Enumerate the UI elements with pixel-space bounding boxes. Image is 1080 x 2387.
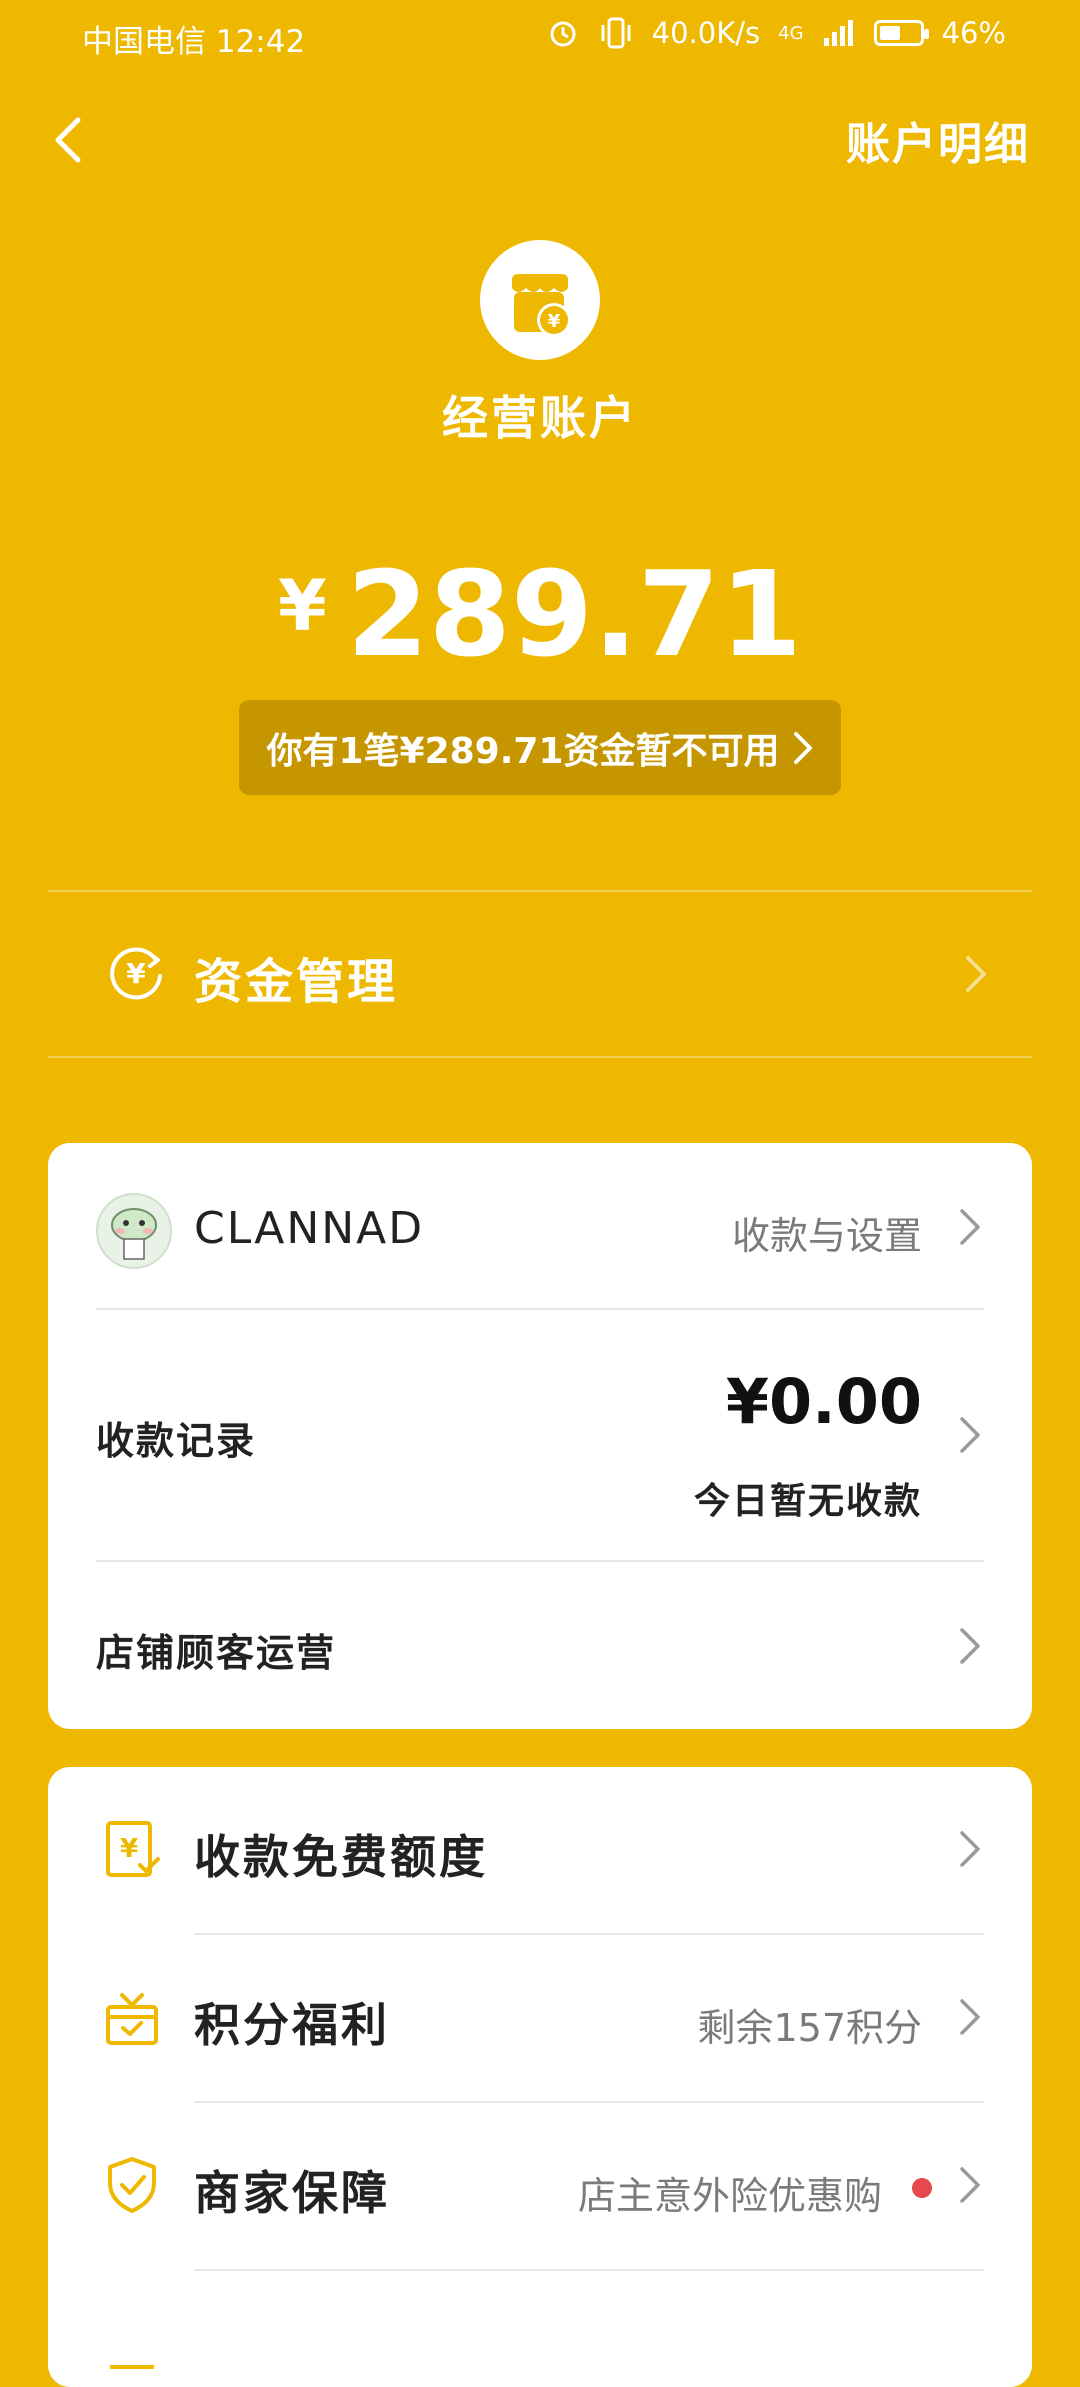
vibrate-icon	[601, 17, 631, 49]
partial-icon	[100, 2359, 164, 2387]
chevron-right-icon	[956, 1827, 984, 1871]
chevron-right-icon	[962, 952, 990, 1000]
top-nav: 账户明细	[0, 90, 1080, 190]
red-dot-badge	[912, 2178, 932, 2198]
points-label: 积分福利	[194, 1998, 390, 2052]
chevron-right-icon	[956, 1624, 984, 1668]
account-title: 经营账户	[442, 391, 638, 445]
protection-label: 商家保障	[194, 2166, 390, 2220]
customer-ops-row[interactable]: 店铺顾客运营	[48, 1562, 1032, 1729]
list-item-points[interactable]: 积分福利 剩余157积分	[48, 1935, 1032, 2101]
back-button[interactable]	[40, 110, 100, 170]
account-detail-link[interactable]: 账户明细	[846, 108, 1030, 172]
fee-free-label: 收款免费额度	[194, 1830, 488, 1884]
battery-icon	[873, 20, 929, 46]
today-amount: ¥0.00	[725, 1365, 922, 1438]
points-remaining: 剩余157积分	[697, 2006, 922, 2050]
status-carrier-time: 中国电信 12:42	[82, 24, 306, 60]
settings-link[interactable]: 收款与设置	[732, 1205, 922, 1260]
unavailable-funds-notice[interactable]: 你有1笔¥289.71资金暂不可用	[239, 700, 841, 795]
shield-check-icon	[100, 2153, 164, 2217]
chevron-right-icon	[956, 2163, 984, 2207]
payment-records-row[interactable]: 收款记录 ¥0.00 今日暂无收款	[48, 1310, 1032, 1560]
signal-icon	[823, 20, 853, 46]
merchant-name: CLANNAD	[194, 1203, 425, 1254]
chevron-right-icon	[793, 731, 812, 764]
svg-text:¥: ¥	[126, 957, 146, 990]
balance-display: ¥289.71	[0, 545, 1080, 683]
currency-symbol: ¥	[277, 565, 327, 647]
battery-percent: 46%	[941, 16, 1006, 50]
customer-ops-label: 店铺顾客运营	[96, 1631, 337, 1675]
today-note: 今日暂无收款	[693, 1481, 922, 1522]
payment-records-label: 收款记录	[96, 1419, 257, 1463]
avatar	[96, 1193, 172, 1269]
alarm-icon	[550, 21, 576, 47]
list-item-protection[interactable]: 商家保障 店主意外险优惠购	[48, 2103, 1032, 2269]
list-item-fee-free[interactable]: ¥ 收款免费额度	[48, 1767, 1032, 1933]
shop-yen-icon: ¥	[480, 240, 600, 360]
chevron-left-icon	[55, 117, 81, 163]
list-item-partial[interactable]	[48, 2271, 1032, 2387]
services-card: ¥ 收款免费额度 积分福利 剩余157积分 商家保障 店主意外险优惠购	[48, 1767, 1032, 2387]
fund-management-row[interactable]: ¥ 资金管理	[48, 892, 1032, 1056]
divider	[48, 1056, 1032, 1058]
net-speed: 40.0K/s	[651, 16, 761, 50]
chevron-right-icon	[956, 1205, 984, 1249]
fund-management-label: 资金管理	[194, 954, 399, 1010]
svg-text:¥: ¥	[548, 311, 561, 332]
fee-free-icon: ¥	[100, 1817, 164, 1881]
status-bar: 中国电信 12:42 40.0K/s 4G 46%	[0, 0, 1080, 72]
signal-label: 4G	[778, 22, 804, 44]
gift-icon	[100, 1985, 164, 2049]
merchant-header-row[interactable]: CLANNAD 收款与设置	[48, 1143, 1032, 1308]
merchant-card: CLANNAD 收款与设置 收款记录 ¥0.00 今日暂无收款 店铺顾客运营	[48, 1143, 1032, 1729]
balance-amount: 289.71	[346, 545, 803, 683]
chevron-right-icon	[956, 1413, 984, 1457]
chevron-right-icon	[956, 1995, 984, 2039]
notice-text: 你有1笔¥289.71资金暂不可用	[266, 730, 780, 772]
status-icons: 40.0K/s 4G 46%	[546, 16, 1006, 50]
protection-promo: 店主意外险优惠购	[577, 2174, 882, 2218]
svg-text:¥: ¥	[120, 1834, 138, 1864]
yen-cycle-icon: ¥	[104, 940, 168, 1004]
